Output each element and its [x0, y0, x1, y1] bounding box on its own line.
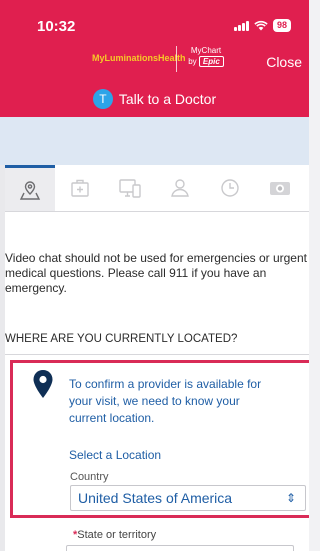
battery-icon: 98	[272, 19, 291, 32]
tabs-divider	[5, 211, 309, 212]
mychart-logo: MyChart by Epic	[186, 46, 226, 67]
app-header: 10:32 98 MyLuminationsHealth MyChart by …	[0, 0, 309, 117]
brand-logo: MyLuminationsHealth	[92, 53, 186, 63]
tab-person[interactable]	[155, 165, 205, 211]
location-panel: To confirm a provider is available for y…	[10, 360, 309, 518]
tab-devices[interactable]	[105, 165, 155, 211]
talk-label: Talk to a Doctor	[118, 91, 217, 107]
state-select[interactable]	[66, 545, 294, 551]
section-title: WHERE ARE YOU CURRENTLY LOCATED?	[5, 333, 238, 345]
tab-medical[interactable]	[55, 165, 105, 211]
status-icons: 98	[233, 19, 291, 32]
talk-to-doctor-button[interactable]: T Talk to a Doctor	[0, 89, 309, 109]
clock-icon	[221, 179, 239, 197]
state-label: *State or territory	[73, 529, 157, 541]
person-icon	[171, 179, 189, 197]
camera-icon	[270, 182, 290, 195]
chevron-updown-icon: ⇕	[285, 491, 296, 505]
signal-icon	[233, 20, 249, 31]
select-location-link[interactable]: Select a Location	[69, 448, 161, 462]
country-label: Country	[70, 471, 109, 483]
country-value: United States of America	[78, 490, 233, 506]
talk-badge-icon: T	[92, 89, 113, 109]
tab-clock[interactable]	[205, 165, 255, 211]
country-select[interactable]: United States of America ⇕	[70, 485, 306, 511]
emergency-disclaimer: Video chat should not be used for emerge…	[5, 251, 307, 295]
map-location-icon	[19, 180, 41, 200]
location-pin-icon	[33, 370, 53, 398]
medical-kit-icon	[71, 179, 89, 197]
info-band	[0, 117, 309, 165]
content-card: Video chat should not be used for emerge…	[5, 165, 309, 551]
wifi-icon	[254, 20, 268, 31]
step-icon-tabs	[5, 165, 309, 211]
location-message: To confirm a provider is available for y…	[69, 377, 262, 425]
brand-divider	[176, 46, 177, 72]
section-divider	[5, 354, 309, 355]
tab-video[interactable]	[255, 165, 305, 211]
tab-location[interactable]	[5, 165, 55, 211]
close-button[interactable]: Close	[266, 54, 302, 70]
devices-icon	[119, 179, 141, 198]
status-time: 10:32	[37, 18, 76, 35]
